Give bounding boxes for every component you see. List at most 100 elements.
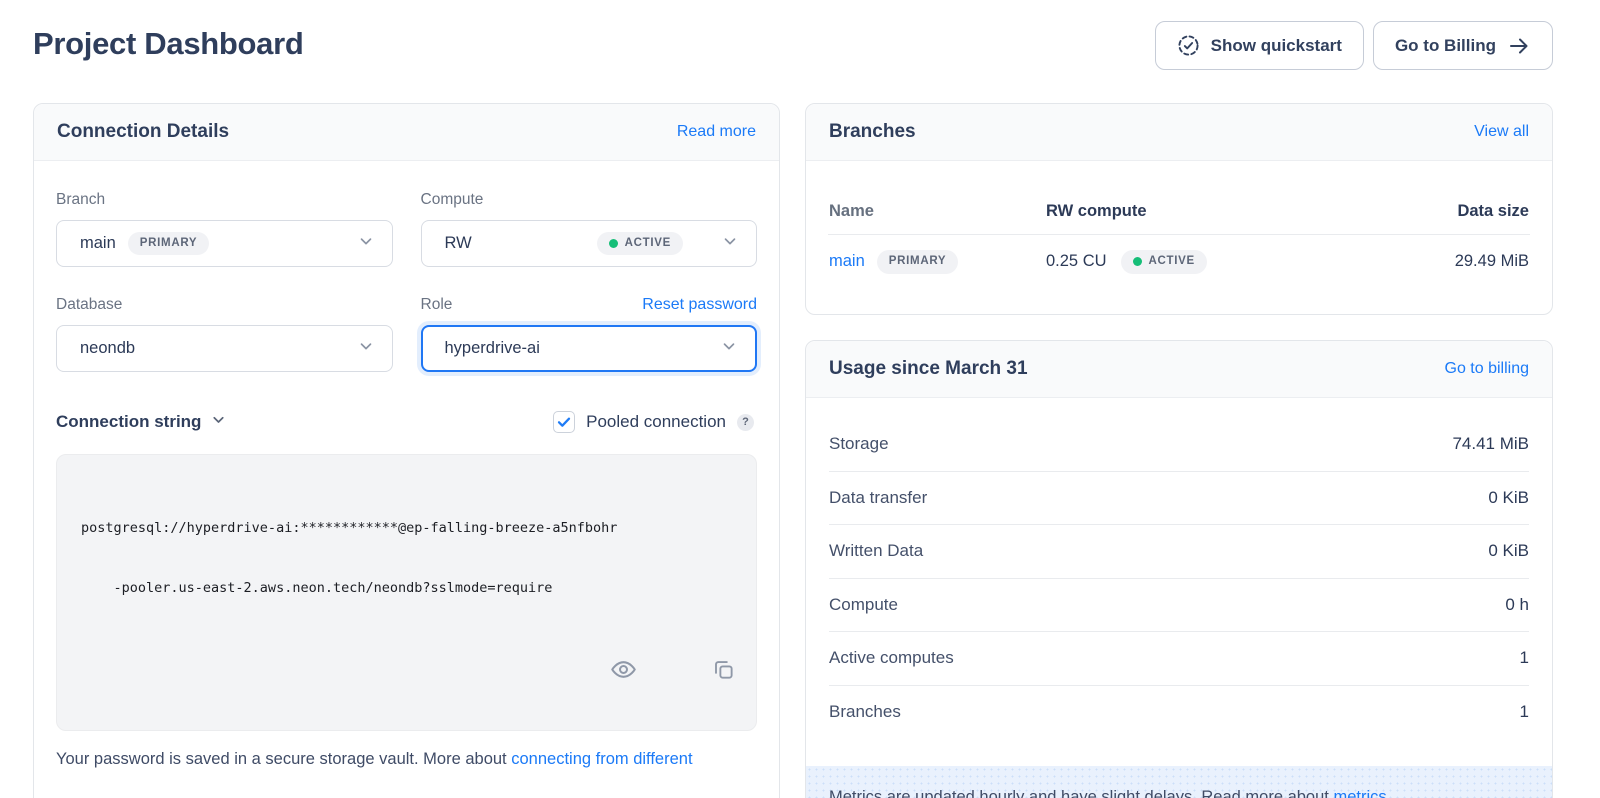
usage-header: Usage since March 31 Go to billing bbox=[806, 341, 1552, 398]
usage-row-branches: Branches 1 bbox=[829, 686, 1529, 740]
branch-label: Branch bbox=[56, 191, 393, 209]
chevron-down-icon bbox=[357, 337, 375, 360]
role-select[interactable]: hyperdrive-ai bbox=[421, 325, 758, 372]
compute-field: Compute RW ACTIVE bbox=[421, 191, 758, 267]
database-field: Database neondb bbox=[56, 296, 393, 372]
chevron-down-icon bbox=[721, 232, 739, 255]
eye-icon bbox=[558, 671, 637, 701]
compute-select[interactable]: RW ACTIVE bbox=[421, 220, 758, 267]
view-all-link[interactable]: View all bbox=[1474, 123, 1529, 141]
branch-name-cell: main PRIMARY bbox=[829, 250, 1046, 274]
branch-field: Branch main PRIMARY bbox=[56, 191, 393, 267]
branch-compute-value: 0.25 CU bbox=[1046, 252, 1107, 271]
password-vault-text: Your password is saved in a secure stora… bbox=[56, 750, 511, 768]
column-rw-compute: RW compute bbox=[1046, 202, 1329, 221]
branches-body: Name RW compute Data size main PRIMARY 0… bbox=[806, 161, 1552, 293]
branch-name-link[interactable]: main bbox=[829, 252, 865, 271]
branches-table-header: Name RW compute Data size bbox=[828, 161, 1530, 235]
code-actions bbox=[558, 626, 736, 716]
connection-string-line-2: -pooler.us-east-2.aws.neon.tech/neondb?s… bbox=[81, 578, 732, 598]
connecting-from-different-link[interactable]: connecting from different bbox=[511, 750, 692, 768]
active-badge: ACTIVE bbox=[1121, 250, 1207, 274]
go-to-billing-link[interactable]: Go to billing bbox=[1445, 360, 1530, 378]
usage-value: 0 KiB bbox=[1488, 488, 1529, 508]
usage-value: 1 bbox=[1520, 702, 1529, 722]
chevron-down-icon bbox=[357, 232, 375, 255]
primary-badge: PRIMARY bbox=[128, 232, 210, 256]
branches-title: Branches bbox=[829, 121, 916, 143]
branch-select[interactable]: main PRIMARY bbox=[56, 220, 393, 267]
branch-size-cell: 29.49 MiB bbox=[1329, 252, 1529, 271]
branches-card: Branches View all Name RW compute Data s… bbox=[805, 103, 1553, 315]
role-label-row: Role Reset password bbox=[421, 296, 758, 314]
usage-row-storage: Storage 74.41 MiB bbox=[829, 418, 1529, 472]
read-more-link[interactable]: Read more bbox=[677, 123, 756, 141]
database-select[interactable]: neondb bbox=[56, 325, 393, 372]
usage-value: 74.41 MiB bbox=[1452, 434, 1529, 454]
help-icon[interactable]: ? bbox=[737, 414, 754, 431]
metrics-note-text: Metrics are updated hourly and have slig… bbox=[829, 788, 1333, 798]
branch-table-row[interactable]: main PRIMARY 0.25 CU ACTIVE 29.49 MiB bbox=[828, 235, 1530, 293]
usage-label: Data transfer bbox=[829, 488, 927, 508]
page-title: Project Dashboard bbox=[33, 26, 304, 62]
usage-title: Usage since March 31 bbox=[829, 358, 1028, 380]
active-status-dot bbox=[609, 239, 618, 248]
connection-details-card: Connection Details Read more Branch main… bbox=[33, 103, 780, 798]
pooled-connection-label: Pooled connection bbox=[586, 412, 726, 432]
show-quickstart-label: Show quickstart bbox=[1211, 36, 1342, 56]
usage-label: Active computes bbox=[829, 648, 954, 668]
usage-label: Compute bbox=[829, 595, 898, 615]
reveal-password-button[interactable] bbox=[558, 626, 637, 716]
branch-value: main bbox=[80, 234, 116, 253]
usage-label: Storage bbox=[829, 434, 889, 454]
active-badge: ACTIVE bbox=[597, 232, 683, 256]
column-name: Name bbox=[829, 202, 1046, 221]
column-data-size: Data size bbox=[1329, 202, 1529, 221]
role-field: Role Reset password hyperdrive-ai bbox=[421, 296, 758, 372]
quickstart-check-circle-icon bbox=[1177, 34, 1200, 57]
usage-label: Written Data bbox=[829, 541, 923, 561]
usage-row-data-transfer: Data transfer 0 KiB bbox=[829, 472, 1529, 526]
usage-card: Usage since March 31 Go to billing Stora… bbox=[805, 340, 1553, 798]
branches-header: Branches View all bbox=[806, 104, 1552, 161]
connection-details-header: Connection Details Read more bbox=[34, 104, 779, 161]
role-value: hyperdrive-ai bbox=[445, 339, 540, 358]
usage-value: 0 KiB bbox=[1488, 541, 1529, 561]
compute-label: Compute bbox=[421, 191, 758, 209]
connection-fields: Branch main PRIMARY Compute RW bbox=[56, 191, 757, 372]
usage-body: Storage 74.41 MiB Data transfer 0 KiB Wr… bbox=[806, 398, 1552, 739]
connection-details-title: Connection Details bbox=[57, 121, 229, 143]
compute-value: RW bbox=[445, 234, 472, 253]
database-label: Database bbox=[56, 296, 393, 314]
active-badge-label: ACTIVE bbox=[625, 238, 671, 250]
connection-string-label: Connection string bbox=[56, 412, 201, 432]
active-status-dot bbox=[1133, 257, 1142, 266]
chevron-down-icon bbox=[720, 337, 738, 360]
usage-value: 0 h bbox=[1505, 595, 1529, 615]
primary-badge: PRIMARY bbox=[877, 250, 959, 274]
metrics-update-note: Metrics are updated hourly and have slig… bbox=[806, 766, 1552, 798]
connection-details-body: Branch main PRIMARY Compute RW bbox=[34, 191, 779, 769]
show-quickstart-button[interactable]: Show quickstart bbox=[1155, 21, 1364, 70]
connection-string-toggle[interactable]: Connection string bbox=[56, 411, 227, 433]
usage-row-compute: Compute 0 h bbox=[829, 579, 1529, 633]
pooled-connection-checkbox[interactable] bbox=[553, 411, 575, 433]
arrow-right-icon bbox=[1507, 34, 1531, 58]
header-actions: Show quickstart Go to Billing bbox=[1155, 21, 1553, 70]
pooled-connection-group: Pooled connection ? bbox=[553, 411, 754, 433]
reset-password-link[interactable]: Reset password bbox=[642, 296, 757, 314]
metrics-link[interactable]: metrics bbox=[1333, 788, 1386, 798]
connection-string-code-block[interactable]: postgresql://hyperdrive-ai:************@… bbox=[56, 454, 757, 731]
chevron-down-icon bbox=[210, 411, 227, 433]
active-badge-label: ACTIVE bbox=[1149, 256, 1195, 268]
password-vault-note: Your password is saved in a secure stora… bbox=[56, 750, 757, 769]
go-to-billing-button[interactable]: Go to Billing bbox=[1373, 21, 1553, 70]
branch-compute-cell: 0.25 CU ACTIVE bbox=[1046, 250, 1329, 274]
usage-label: Branches bbox=[829, 702, 901, 722]
copy-icon bbox=[659, 670, 736, 700]
copy-button[interactable] bbox=[659, 627, 736, 715]
usage-row-written-data: Written Data 0 KiB bbox=[829, 525, 1529, 579]
connection-string-row: Connection string Pooled connection ? bbox=[56, 411, 757, 433]
usage-value: 1 bbox=[1520, 648, 1529, 668]
database-value: neondb bbox=[80, 339, 135, 358]
